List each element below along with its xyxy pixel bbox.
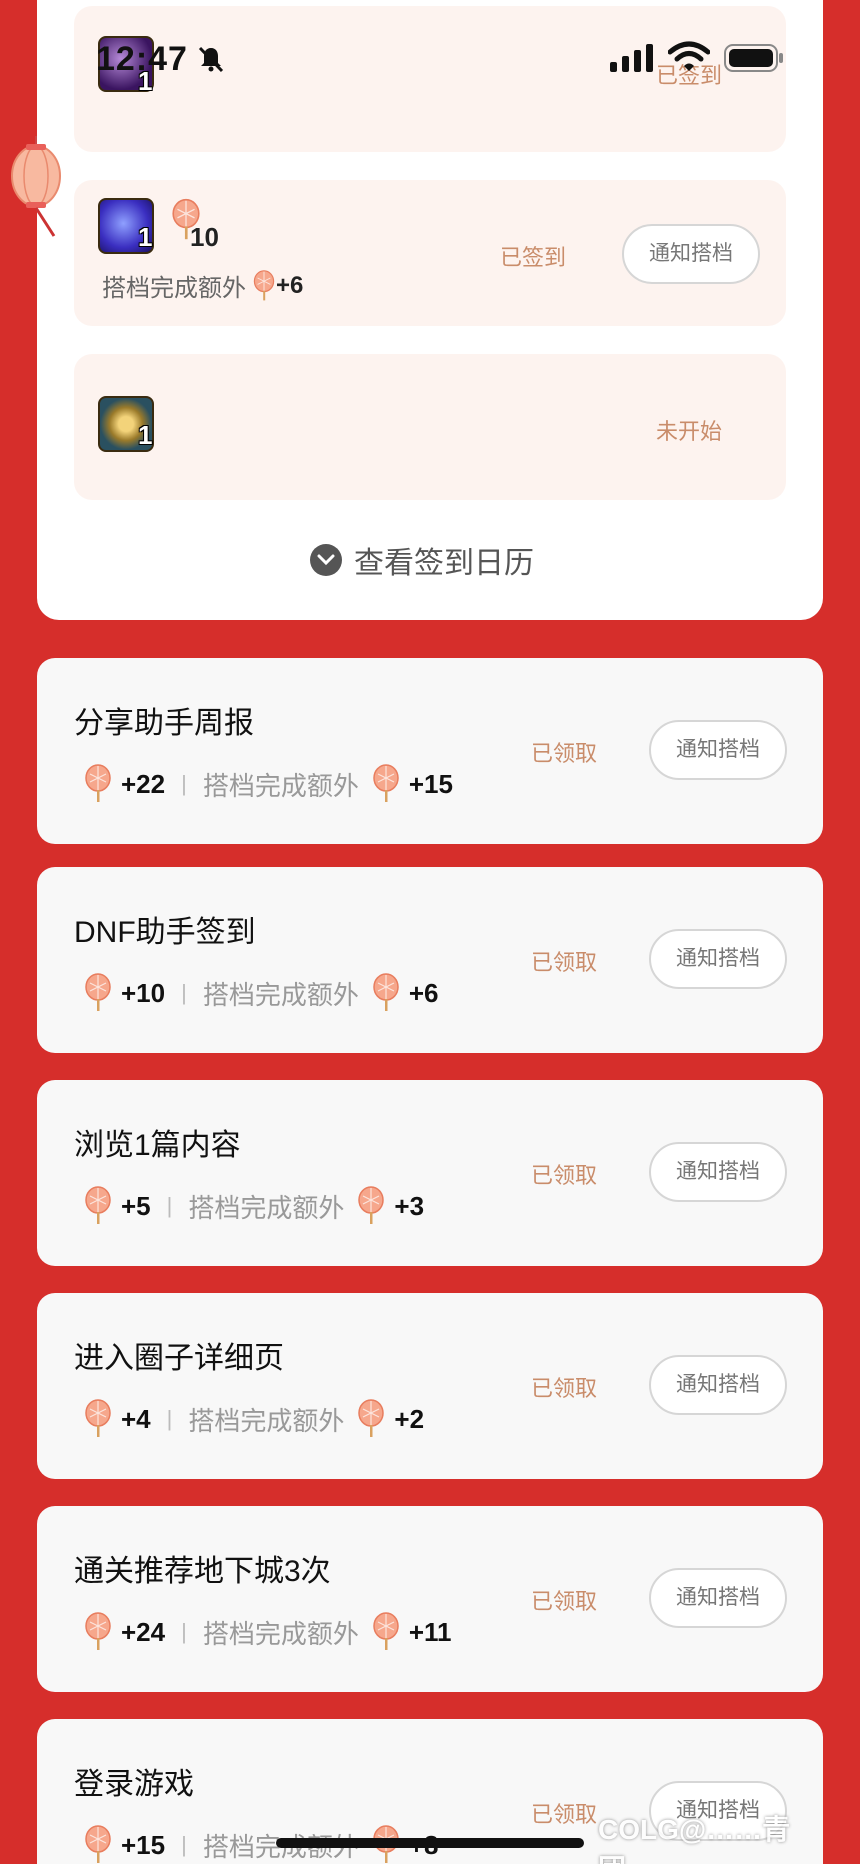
task-card: 进入圈子详细页 +4 | 搭档完成额外 +2 已领取 通知搭档 [37, 1293, 823, 1479]
task-status: 已领取 [531, 1163, 598, 1188]
notify-partner-button[interactable]: 通知搭档 [649, 1142, 787, 1202]
task-reward: +4 | 搭档完成额外 +2 [83, 1399, 424, 1439]
coupon-icon [85, 973, 111, 1012]
coupon-icon [85, 764, 111, 803]
notify-partner-button[interactable]: 通知搭档 [649, 1568, 787, 1628]
task-status: 已领取 [531, 1589, 598, 1614]
task-points: +5 [121, 1190, 151, 1221]
task-card: 通关推荐地下城3次 +24 | 搭档完成额外 +11 已领取 通知搭档 [37, 1506, 823, 1692]
partner-extra-points: +3 [394, 1190, 425, 1221]
coupon-count: 10 [190, 222, 219, 252]
task-reward: +22 | 搭档完成额外 +15 [83, 764, 453, 804]
coupon-icon [85, 1825, 111, 1864]
task-status: 已领取 [531, 741, 598, 766]
lantern-decoration [11, 136, 61, 237]
coupon-icon [358, 1399, 385, 1438]
task-card: 浏览1篇内容 +5 | 搭档完成额外 +3 已领取 通知搭档 [37, 1080, 823, 1266]
partner-extra-label: 搭档完成额外 [102, 275, 246, 302]
task-title: 进入圈子详细页 [74, 1342, 284, 1375]
signin-row-3: 1 未开始 [74, 354, 786, 500]
wifi-icon [668, 41, 710, 71]
divider: | [166, 1193, 173, 1218]
task-points: +4 [121, 1403, 151, 1434]
task-status: 已领取 [531, 1802, 598, 1827]
partner-extra-points: +6 [276, 271, 304, 299]
task-card: DNF助手签到 +10 | 搭档完成额外 +6 已领取 通知搭档 [37, 867, 823, 1053]
divider: | [181, 1619, 187, 1644]
task-status: 已领取 [531, 1376, 598, 1401]
divider: | [181, 1832, 187, 1857]
partner-extra-points: +15 [408, 768, 453, 799]
coupon-icon [358, 1186, 385, 1225]
coupon-icon [85, 1612, 111, 1651]
view-calendar-link[interactable]: 查看签到日历 [310, 540, 534, 580]
chevron-down-icon [310, 544, 342, 576]
task-points: +22 [121, 768, 166, 799]
partner-extra-label: 搭档完成额外 [202, 979, 359, 1010]
task-title: DNF助手签到 [74, 916, 256, 949]
coupon-icon [373, 1612, 399, 1651]
status-bar: 12:47 [0, 36, 860, 84]
item-count: 1 [138, 222, 153, 252]
divider: | [181, 771, 187, 796]
divider: | [166, 1406, 173, 1431]
task-status: 已领取 [531, 950, 598, 975]
partner-extra-points: +11 [408, 1616, 452, 1647]
coupon-icon [373, 764, 399, 803]
notify-partner-button[interactable]: 通知搭档 [622, 224, 760, 284]
task-title: 登录游戏 [74, 1768, 194, 1801]
signin-row-2: 1 10 搭档完成额外 +6 已签到 通知搭档 [74, 180, 786, 326]
signin-status: 未开始 [656, 419, 723, 444]
coupon-icon [85, 1186, 111, 1225]
bell-muted-icon [198, 46, 224, 73]
partner-extra-points: +2 [394, 1403, 425, 1434]
partner-extra-label: 搭档完成额外 [202, 770, 359, 801]
status-time: 12:47 [96, 40, 188, 78]
watermark: COLG@……青团…… [598, 1814, 791, 1864]
partner-extra: 搭档完成额外 +6 [102, 268, 303, 303]
coupon-icon [253, 269, 275, 301]
partner-extra-label: 搭档完成额外 [188, 1405, 345, 1436]
task-reward: +24 | 搭档完成额外 +11 [83, 1612, 452, 1652]
notify-partner-button[interactable]: 通知搭档 [649, 1355, 787, 1415]
coupon-icon [85, 1399, 111, 1438]
partner-extra-points: +6 [408, 977, 439, 1008]
task-points: +10 [121, 977, 166, 1008]
partner-extra-label: 搭档完成额外 [202, 1618, 359, 1649]
view-calendar-label: 查看签到日历 [354, 547, 534, 580]
notify-partner-button[interactable]: 通知搭档 [649, 929, 787, 989]
task-title: 分享助手周报 [74, 707, 254, 740]
task-points: +24 [121, 1616, 166, 1647]
task-card: 分享助手周报 +22 | 搭档完成额外 +15 已领取 通知搭档 [37, 658, 823, 844]
task-reward: +5 | 搭档完成额外 +3 [83, 1186, 424, 1226]
battery-icon [724, 44, 783, 72]
task-title: 通关推荐地下城3次 [74, 1555, 331, 1588]
coupon-icon [373, 973, 399, 1012]
divider: | [181, 980, 187, 1005]
task-points: +15 [121, 1829, 166, 1860]
task-title: 浏览1篇内容 [74, 1129, 241, 1162]
signin-status: 已签到 [500, 245, 567, 270]
partner-extra-label: 搭档完成额外 [188, 1192, 345, 1223]
home-indicator[interactable] [276, 1838, 584, 1848]
notify-partner-button[interactable]: 通知搭档 [649, 720, 787, 780]
task-reward: +10 | 搭档完成额外 +6 [83, 973, 439, 1013]
item-count: 1 [138, 420, 153, 450]
cellular-signal-icon [610, 44, 653, 72]
